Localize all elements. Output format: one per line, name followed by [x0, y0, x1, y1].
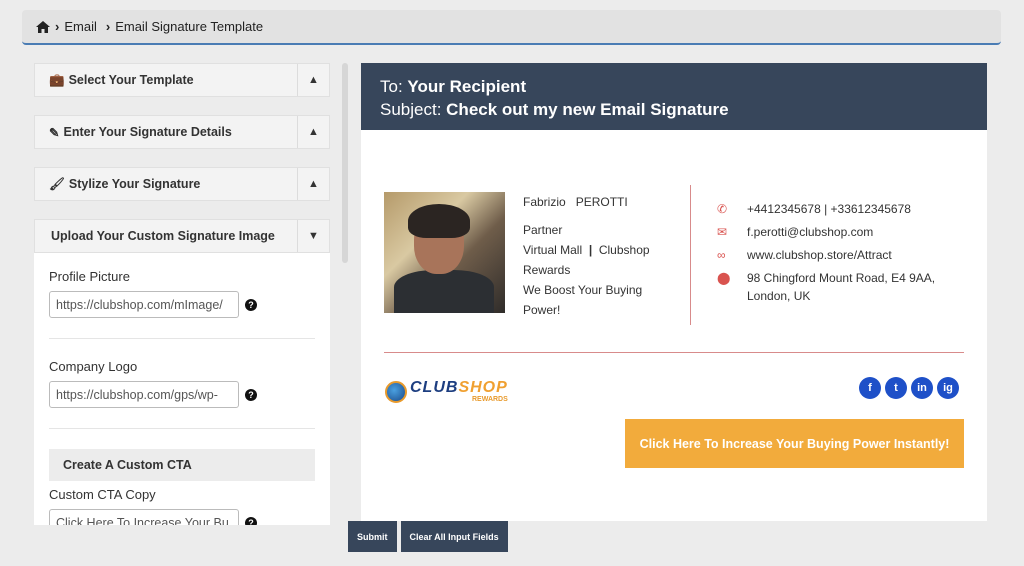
company-a: Virtual Mall: [523, 243, 583, 257]
chevron-right-icon: ›: [105, 19, 111, 34]
linkedin-icon[interactable]: in: [911, 377, 933, 399]
cta-copy-input[interactable]: [49, 509, 239, 525]
company-c: Rewards: [523, 263, 571, 277]
section-stylize[interactable]: 🖌 Stylize Your Signature ▲: [34, 167, 330, 201]
to-label: To:: [380, 77, 408, 96]
to-value: Your Recipient: [407, 77, 527, 96]
subject-value: Check out my new Email Signature: [446, 100, 729, 119]
home-icon[interactable]: [36, 20, 50, 33]
phone-icon: ✆: [717, 202, 728, 216]
section-title: Upload Your Custom Signature Image: [51, 229, 275, 243]
email-header: To: Your Recipient Subject: Check out my…: [361, 63, 987, 130]
profile-picture-input[interactable]: [49, 291, 239, 318]
company-logo: CLUBSHOP REWARDS: [385, 380, 508, 403]
breadcrumb: › Email › Email Signature Template: [22, 10, 1001, 45]
submit-button[interactable]: Submit: [348, 521, 397, 552]
help-icon[interactable]: ?: [245, 298, 257, 311]
company-b: Clubshop: [598, 243, 650, 257]
create-cta-heading: Create A Custom CTA: [49, 449, 315, 481]
instagram-icon[interactable]: ig: [937, 377, 959, 399]
scrollbar[interactable]: [342, 63, 348, 263]
signature-info: Fabrizio PEROTTI Partner Virtual Mall | …: [523, 192, 653, 320]
horizontal-divider: [384, 352, 964, 353]
section-title: Stylize Your Signature: [68, 177, 201, 191]
section-upload-image[interactable]: Upload Your Custom Signature Image ▼: [34, 219, 330, 253]
section-title: Select Your Template: [68, 73, 194, 87]
facebook-icon[interactable]: f: [859, 377, 881, 399]
address: 98 Chingford Mount Road, E4 9AA, London,…: [747, 271, 936, 303]
breadcrumb-current: Email Signature Template: [115, 19, 264, 34]
tagline: We Boost Your Buying Power!: [523, 283, 643, 317]
vertical-divider: [690, 185, 691, 325]
help-icon[interactable]: ?: [245, 388, 257, 401]
contact-block: ✆ +4412345678 | +33612345678 ✉ f.perotti@c…: [717, 200, 947, 310]
cta-button[interactable]: Click Here To Increase Your Buying Power…: [625, 419, 964, 468]
help-icon[interactable]: ?: [245, 516, 257, 525]
breadcrumb-email[interactable]: Email: [64, 19, 97, 34]
role: Partner: [523, 223, 563, 237]
section-signature-details[interactable]: ✎ Enter Your Signature Details ▲: [34, 115, 330, 149]
divider: [49, 428, 315, 429]
company-logo-input[interactable]: [49, 381, 239, 408]
divider: [49, 338, 315, 339]
edit-icon: ✎: [49, 125, 60, 140]
clear-fields-button[interactable]: Clear All Input Fields: [400, 521, 508, 552]
website[interactable]: www.clubshop.store/Attract: [747, 246, 892, 264]
chevron-up-icon[interactable]: ▲: [297, 64, 329, 96]
section-title: Enter Your Signature Details: [63, 125, 232, 139]
chevron-up-icon[interactable]: ▲: [297, 116, 329, 148]
location-icon: ⬤: [717, 271, 731, 285]
first-name: Fabrizio: [523, 195, 566, 209]
phone: +4412345678 | +33612345678: [747, 202, 911, 216]
company-logo-label: Company Logo: [49, 359, 138, 374]
section-select-template[interactable]: 💼 Select Your Template ▲: [34, 63, 330, 97]
profile-photo: [384, 192, 505, 313]
last-name: PEROTTI: [575, 195, 628, 209]
email[interactable]: f.perotti@clubshop.com: [747, 223, 873, 241]
globe-icon: [385, 380, 407, 403]
social-links: f t in ig: [859, 377, 959, 399]
upload-section-body: Profile Picture ? Company Logo ? Create …: [34, 253, 330, 525]
chevron-down-icon[interactable]: ▼: [297, 220, 329, 252]
envelope-icon: ✉: [717, 225, 728, 239]
form-actions: Submit Clear All Input Fields: [348, 521, 508, 552]
cta-copy-label: Custom CTA Copy: [49, 487, 156, 502]
briefcase-icon: 💼: [49, 72, 65, 87]
subject-label: Subject:: [380, 100, 447, 119]
company-separator: |: [588, 243, 593, 257]
profile-picture-label: Profile Picture: [49, 269, 130, 284]
twitter-icon[interactable]: t: [885, 377, 907, 399]
settings-panel: 💼 Select Your Template ▲ ✎ Enter Your Sign…: [34, 63, 330, 525]
email-preview: To: Your Recipient Subject: Check out my…: [361, 63, 987, 521]
chevron-up-icon[interactable]: ▲: [297, 168, 329, 200]
chevron-right-icon: ›: [55, 19, 60, 34]
brush-icon: 🖌: [49, 176, 65, 191]
link-icon: ∞: [717, 248, 726, 262]
